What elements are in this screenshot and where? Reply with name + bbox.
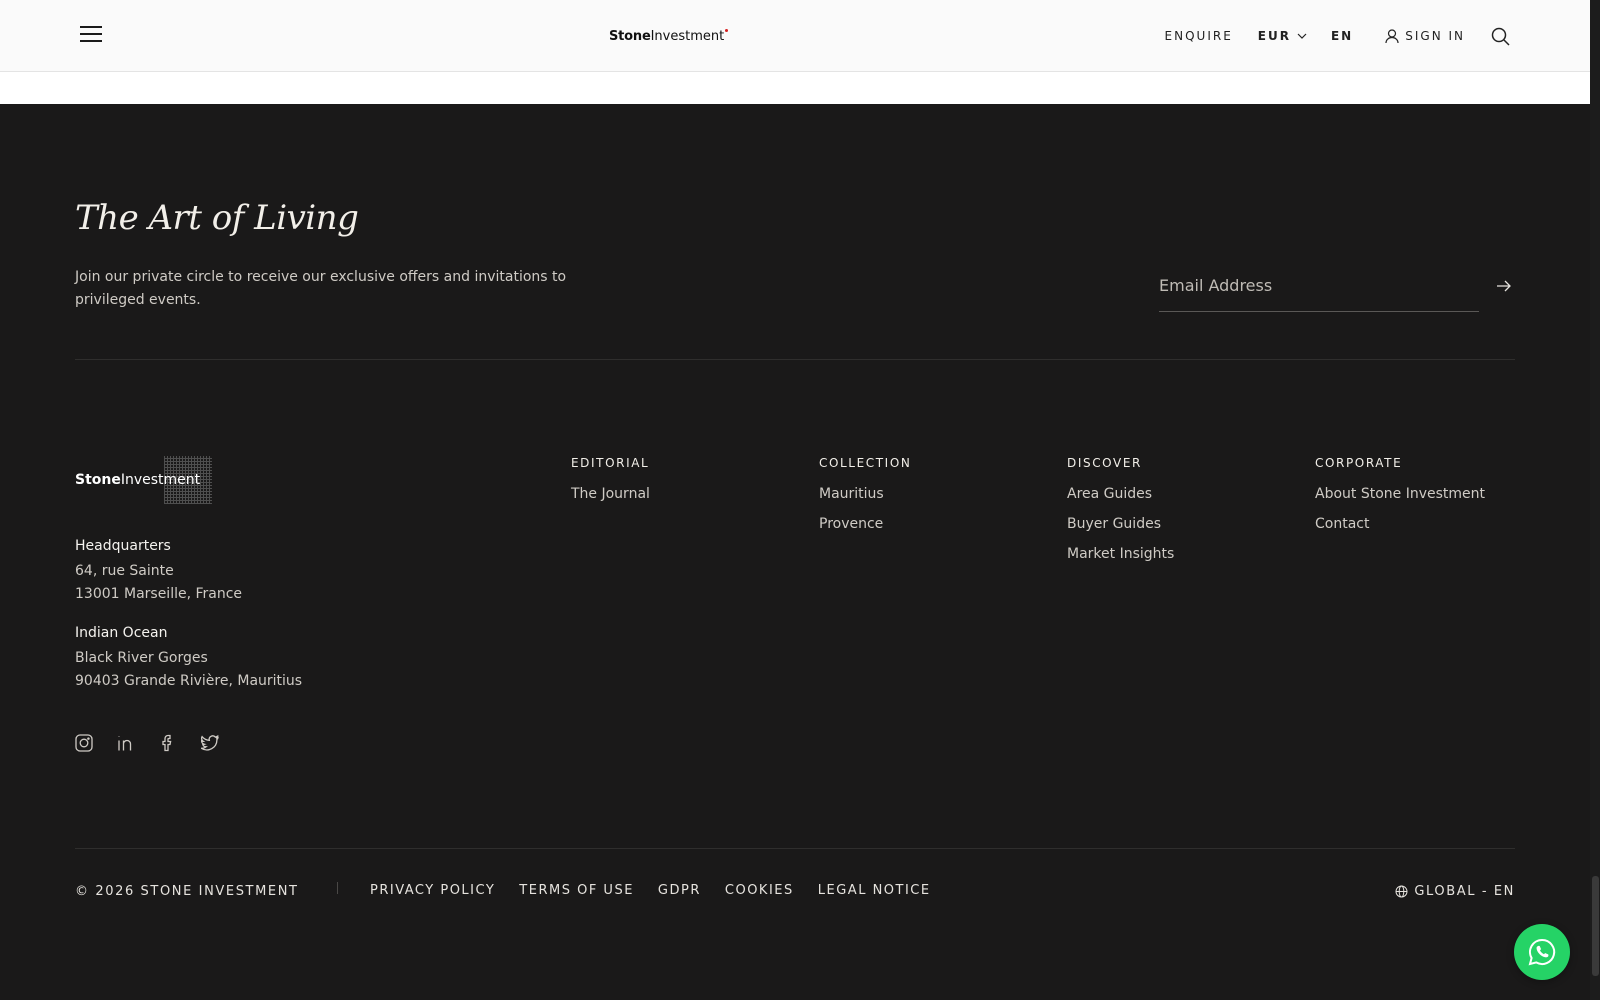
- logo-dot: [725, 28, 729, 32]
- footer-link-the-journal[interactable]: The Journal: [571, 486, 650, 502]
- footer-link-market-insights[interactable]: Market Insights: [1067, 546, 1174, 562]
- arrow-right-icon[interactable]: [1496, 278, 1512, 294]
- legal-notice-link[interactable]: LEGAL NOTICE: [818, 883, 931, 898]
- header-logo[interactable]: Stone Investment: [609, 16, 729, 56]
- column-title: EDITORIAL: [571, 456, 650, 470]
- divider: [75, 359, 1515, 360]
- social-links: [75, 734, 219, 752]
- hq-title: Headquarters: [75, 538, 171, 554]
- email-input[interactable]: [1159, 270, 1479, 295]
- region-selector[interactable]: GLOBAL - EN: [1395, 884, 1515, 899]
- copyright: © 2026 STONE INVESTMENT: [75, 884, 299, 899]
- footer-column-corporate: CORPORATE About Stone Investment Contact: [1315, 456, 1485, 546]
- column-title: CORPORATE: [1315, 456, 1403, 470]
- currency-label: EUR: [1257, 29, 1291, 43]
- search-icon[interactable]: [1491, 27, 1510, 46]
- io-title: Indian Ocean: [75, 625, 168, 641]
- whatsapp-button[interactable]: [1514, 924, 1570, 980]
- logo-bold-text: Stone: [609, 28, 651, 44]
- page-content-strip: [0, 72, 1590, 104]
- whatsapp-icon: [1528, 938, 1556, 966]
- twitter-icon[interactable]: [201, 734, 219, 752]
- sign-in-label: SIGN IN: [1405, 29, 1465, 43]
- cookies-link[interactable]: COOKIES: [725, 883, 794, 898]
- facebook-icon[interactable]: [159, 734, 177, 752]
- newsletter-description: Join our private circle to receive our e…: [75, 269, 567, 308]
- footer-link-about[interactable]: About Stone Investment: [1315, 486, 1485, 502]
- footer-link-area-guides[interactable]: Area Guides: [1067, 486, 1174, 502]
- linkedin-icon[interactable]: [117, 734, 135, 752]
- headquarters-address: Headquarters 64, rue Sainte 13001 Marsei…: [75, 538, 242, 606]
- scrollbar[interactable]: [1590, 0, 1600, 1000]
- io-line-2: 90403 Grande Rivière, Mauritius: [75, 673, 303, 689]
- footer-link-contact[interactable]: Contact: [1315, 516, 1485, 532]
- sign-in-button[interactable]: SIGN IN: [1385, 28, 1465, 44]
- footer-logo-bold: Stone: [75, 472, 121, 488]
- divider: [75, 848, 1515, 849]
- scrollbar-thumb[interactable]: [1592, 876, 1599, 976]
- gdpr-link[interactable]: GDPR: [658, 883, 701, 898]
- column-title: DISCOVER: [1067, 456, 1142, 470]
- instagram-icon[interactable]: [75, 734, 93, 752]
- currency-select[interactable]: EUR: [1258, 29, 1307, 43]
- legal-links: PRIVACY POLICY TERMS OF USE GDPR COOKIES…: [370, 883, 931, 898]
- globe-icon: [1395, 885, 1408, 898]
- user-icon: [1385, 28, 1399, 43]
- footer-link-buyer-guides[interactable]: Buyer Guides: [1067, 516, 1174, 532]
- column-title: COLLECTION: [819, 456, 912, 470]
- region-label: GLOBAL - EN: [1414, 884, 1515, 899]
- footer-logo-regular: Investment: [120, 472, 201, 488]
- footer-logo[interactable]: Stone Investment: [75, 456, 212, 504]
- footer-link-mauritius[interactable]: Mauritius: [819, 486, 911, 502]
- terms-of-use-link[interactable]: TERMS OF USE: [519, 883, 634, 898]
- email-field-wrapper: [1159, 270, 1479, 312]
- top-header: Stone Investment ENQUIRE EUR EN SIGN IN: [0, 0, 1590, 72]
- footer-column-collection: COLLECTION Mauritius Provence: [819, 456, 911, 546]
- hamburger-menu-icon[interactable]: [80, 26, 102, 46]
- hq-line-2: 13001 Marseille, France: [75, 586, 243, 602]
- footer-column-discover: DISCOVER Area Guides Buyer Guides Market…: [1067, 456, 1174, 576]
- indian-ocean-address: Indian Ocean Black River Gorges 90403 Gr…: [75, 625, 302, 693]
- hq-line-1: 64, rue Sainte: [75, 563, 174, 579]
- footer-column-editorial: EDITORIAL The Journal: [571, 456, 650, 516]
- logo-regular-text: Investment: [650, 28, 725, 44]
- io-line-1: Black River Gorges: [75, 650, 208, 666]
- language-select[interactable]: EN: [1331, 29, 1353, 43]
- separator: [337, 882, 338, 894]
- footer-link-provence[interactable]: Provence: [819, 516, 911, 532]
- privacy-policy-link[interactable]: PRIVACY POLICY: [370, 883, 495, 898]
- newsletter-title: The Art of Living: [75, 198, 359, 238]
- enquire-link[interactable]: ENQUIRE: [1165, 29, 1233, 43]
- chevron-down-icon: [1297, 33, 1307, 39]
